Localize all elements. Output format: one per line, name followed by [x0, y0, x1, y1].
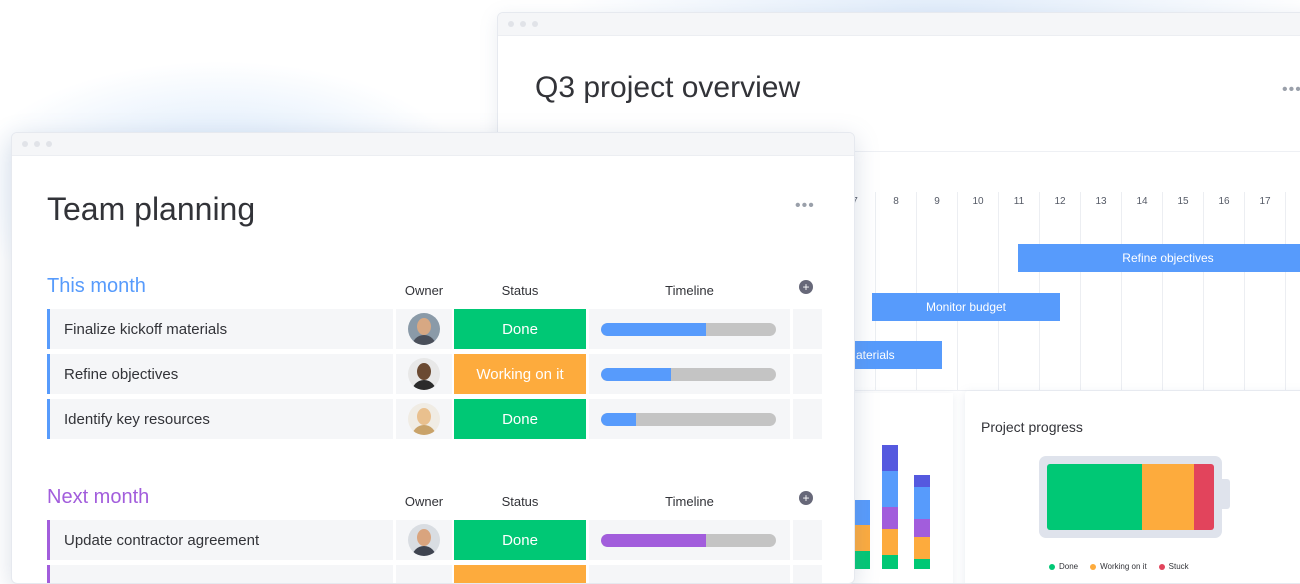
gantt-bar-monitor-budget[interactable]: Monitor budget [872, 293, 1060, 321]
status-cell[interactable]: Done [454, 520, 586, 560]
status-cell[interactable]: Done [454, 309, 586, 349]
timeline-bar [601, 534, 776, 547]
gantt-day-label: 8 [893, 196, 899, 207]
gantt-day-label: 12 [1054, 196, 1066, 207]
stacked-bar [854, 500, 870, 569]
column-header-owner[interactable]: Owner [396, 283, 452, 298]
column-header-status[interactable]: Status [454, 494, 586, 509]
more-options-icon[interactable]: ••• [795, 197, 815, 215]
avatar [408, 403, 440, 435]
timeline-bar [601, 368, 776, 381]
gantt-day-label: 14 [1136, 196, 1148, 207]
item-name[interactable]: Refine objectives [47, 354, 393, 394]
gantt-day-label: 13 [1095, 196, 1107, 207]
timeline-cell[interactable] [589, 520, 790, 560]
team-planning-window: Team planning ••• This month Owner Statu… [11, 132, 855, 584]
gantt-day-label: 11 [1013, 196, 1025, 207]
more-options-icon[interactable]: ••• [1282, 81, 1300, 99]
timeline-cell[interactable] [589, 399, 790, 439]
window-dot [22, 141, 28, 147]
column-header-owner[interactable]: Owner [396, 494, 452, 509]
gantt-day-label: 17 [1259, 196, 1271, 207]
gantt-day-label: 15 [1177, 196, 1189, 207]
gantt-day-column [1162, 192, 1163, 390]
progress-battery [1039, 456, 1222, 538]
row-extra-cell [793, 565, 822, 583]
owner-cell[interactable] [396, 309, 452, 349]
window-titlebar [12, 133, 854, 156]
add-column-icon[interactable]: + [799, 280, 813, 294]
gantt-day-column [1244, 192, 1245, 390]
owner-cell[interactable] [396, 354, 452, 394]
item-name[interactable] [47, 565, 393, 583]
battery-nub [1222, 479, 1230, 509]
window-dot [520, 21, 526, 27]
gantt-day-label: 10 [972, 196, 984, 207]
window-dot [508, 21, 514, 27]
gantt-day-column [1039, 192, 1040, 390]
owner-cell[interactable] [396, 520, 452, 560]
window-titlebar [498, 13, 1300, 36]
status-cell[interactable]: Done [454, 399, 586, 439]
timeline-cell[interactable] [589, 354, 790, 394]
gantt-bar-materials[interactable]: aterials [852, 341, 942, 369]
window-dot [532, 21, 538, 27]
row-extra-cell [793, 399, 822, 439]
table-row[interactable]: Refine objectives Working on it [47, 354, 822, 394]
row-extra-cell [793, 520, 822, 560]
owner-cell[interactable] [396, 565, 452, 583]
column-header-timeline[interactable]: Timeline [589, 494, 790, 509]
page-title: Q3 project overview [535, 71, 801, 104]
timeline-bar [601, 413, 776, 426]
table-row[interactable]: Finalize kickoff materials Done [47, 309, 822, 349]
timeline-cell[interactable] [589, 565, 790, 583]
owner-cell[interactable] [396, 399, 452, 439]
progress-segment-stuck [1193, 464, 1214, 530]
gantt-day-column [998, 192, 999, 390]
progress-segment-working-on-it [1142, 464, 1194, 530]
gantt-day-column [957, 192, 958, 390]
progress-segment-done [1047, 464, 1143, 530]
window-dot [46, 141, 52, 147]
avatar [408, 313, 440, 345]
project-progress-widget: Project progress Done Working on it Stuc… [965, 391, 1300, 583]
table-row[interactable]: Identify key resources Done [47, 399, 822, 439]
item-name[interactable]: Update contractor agreement [47, 520, 393, 560]
item-name[interactable]: Identify key resources [47, 399, 393, 439]
column-header-status[interactable]: Status [454, 283, 586, 298]
add-column-icon[interactable]: + [799, 491, 813, 505]
timeline-bar [601, 323, 776, 336]
gantt-day-column [1080, 192, 1081, 390]
status-cell[interactable]: Working on it [454, 354, 586, 394]
gantt-day-column [1121, 192, 1122, 390]
column-header-timeline[interactable]: Timeline [589, 283, 790, 298]
row-extra-cell [793, 354, 822, 394]
row-extra-cell [793, 309, 822, 349]
timeline-cell[interactable] [589, 309, 790, 349]
gantt-day-column [1203, 192, 1204, 390]
stacked-bar [914, 475, 930, 569]
status-cell[interactable] [454, 565, 586, 583]
gantt-day-label: 16 [1218, 196, 1230, 207]
widget-title: Project progress [981, 419, 1083, 435]
avatar [408, 358, 440, 390]
gantt-day-label: 9 [934, 196, 940, 207]
avatar [408, 524, 440, 556]
window-dot [34, 141, 40, 147]
group-title[interactable]: Next month [47, 486, 149, 509]
table-row-partial[interactable] [47, 565, 822, 583]
table-row[interactable]: Update contractor agreement Done [47, 520, 822, 560]
board-title: Team planning [47, 191, 256, 227]
gantt-day-column [1285, 192, 1286, 390]
stacked-bar [882, 445, 898, 569]
group-title[interactable]: This month [47, 275, 146, 298]
gantt-bar-refine-objectives[interactable]: Refine objectives [1018, 244, 1300, 272]
item-name[interactable]: Finalize kickoff materials [47, 309, 393, 349]
